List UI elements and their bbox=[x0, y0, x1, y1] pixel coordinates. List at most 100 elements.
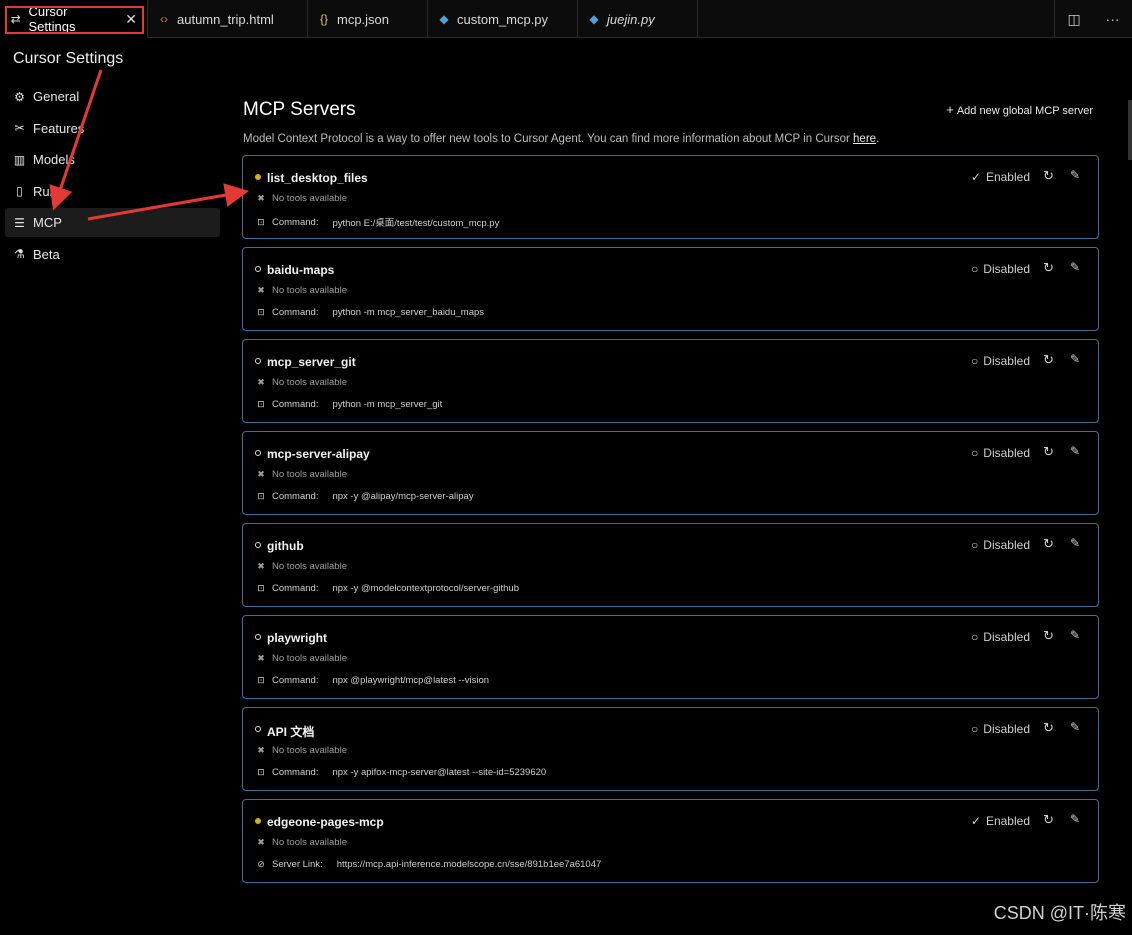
status-label: Enabled bbox=[985, 170, 1030, 184]
tools-text: No tools available bbox=[272, 469, 347, 480]
status-label: Disabled bbox=[983, 630, 1030, 644]
tab-1[interactable]: ‹› autumn_trip.html bbox=[148, 0, 308, 38]
command-label: Command: bbox=[272, 216, 319, 228]
status-dot bbox=[255, 174, 261, 180]
tools-row: ✖ No tools available bbox=[256, 285, 347, 296]
server-card: API 文档 ✖ No tools available ⊡ Command: npx -y… bbox=[242, 707, 1099, 791]
here-link[interactable]: here bbox=[853, 133, 876, 145]
sidebar-item-models[interactable]: ▥ Models bbox=[5, 145, 220, 174]
refresh-icon[interactable]: ↻ bbox=[1043, 720, 1054, 736]
refresh-icon[interactable]: ↻ bbox=[1043, 812, 1054, 828]
sidebar-item-beta[interactable]: ⚗ Beta bbox=[5, 240, 220, 269]
tools-text: No tools available bbox=[272, 193, 347, 204]
status-dot bbox=[255, 818, 261, 824]
sidebar-item-label: MCP bbox=[33, 215, 62, 230]
tools-text: No tools available bbox=[272, 377, 347, 388]
tab-actions: ◫ ··· bbox=[1054, 0, 1132, 38]
status-indicator[interactable]: ○ Disabled bbox=[971, 630, 1030, 644]
tools-row: ✖ No tools available bbox=[256, 193, 347, 204]
command-value: npx @playwright/mcp@latest --vision bbox=[332, 675, 490, 686]
refresh-icon[interactable]: ↻ bbox=[1043, 260, 1054, 276]
server-name: playwright bbox=[267, 631, 328, 645]
scrollbar[interactable] bbox=[1128, 100, 1132, 160]
edit-icon[interactable]: ✎ bbox=[1070, 628, 1080, 642]
terminal-icon: ⊡ bbox=[257, 307, 265, 317]
link-icon: ⊘ bbox=[257, 859, 265, 869]
status-dot bbox=[255, 726, 261, 732]
tools-icon: ✖ bbox=[257, 469, 265, 479]
tab-3[interactable]: ◆ custom_mcp.py bbox=[428, 0, 578, 38]
settings-sidebar: ⚙ General ✂ Features ▥ Models ▯ Rules ☰ MCP ⚗ Beta bbox=[5, 82, 220, 271]
command-row: ⊡ Command: python -m mcp_server_baidu_maps bbox=[256, 307, 484, 318]
tab-0[interactable]: ⇄ Cursor Settings ✕ bbox=[0, 0, 148, 38]
status-indicator[interactable]: ○ Disabled bbox=[971, 446, 1030, 460]
python-icon: ◆ bbox=[439, 12, 449, 26]
status-indicator[interactable]: ○ Disabled bbox=[971, 722, 1030, 736]
tab-label: custom_mcp.py bbox=[457, 11, 549, 27]
split-editor-icon[interactable]: ◫ bbox=[1067, 11, 1080, 28]
tab-2[interactable]: {} mcp.json bbox=[308, 0, 428, 38]
check-icon: ✓ bbox=[970, 814, 981, 828]
edit-icon[interactable]: ✎ bbox=[1070, 444, 1080, 458]
sidebar-item-label: Beta bbox=[33, 246, 60, 262]
json-braces-icon: {} bbox=[319, 12, 328, 26]
terminal-icon: ⊡ bbox=[257, 767, 265, 777]
status-dot bbox=[255, 450, 261, 456]
command-row: ⊡ Command: python -m mcp_server_git bbox=[256, 399, 442, 410]
edit-icon[interactable]: ✎ bbox=[1070, 260, 1080, 274]
settings-sliders-icon: ⇄ bbox=[10, 12, 21, 26]
bar-chart-icon: ▥ bbox=[13, 152, 26, 167]
server-card: baidu-maps ✖ No tools available ⊡ Command: py… bbox=[242, 247, 1099, 331]
status-indicator[interactable]: ✓ Enabled bbox=[971, 814, 1030, 828]
terminal-icon: ⊡ bbox=[257, 491, 265, 501]
tools-text: No tools available bbox=[272, 837, 347, 848]
command-value: python -m mcp_server_baidu_maps bbox=[332, 307, 485, 318]
command-label: Command: bbox=[272, 675, 319, 686]
settings-title: Cursor Settings bbox=[13, 50, 124, 67]
edit-icon[interactable]: ✎ bbox=[1070, 812, 1080, 826]
more-actions-icon[interactable]: ··· bbox=[1106, 11, 1120, 27]
refresh-icon[interactable]: ↻ bbox=[1043, 444, 1054, 460]
edit-icon[interactable]: ✎ bbox=[1070, 536, 1080, 550]
command-label: Command: bbox=[272, 399, 319, 410]
status-dot bbox=[255, 542, 261, 548]
tools-icon: ✖ bbox=[257, 285, 265, 295]
command-value: python E:/桌面/test/test/custom_mcp.py bbox=[332, 218, 500, 229]
status-indicator[interactable]: ○ Disabled bbox=[971, 538, 1030, 552]
refresh-icon[interactable]: ↻ bbox=[1043, 628, 1054, 644]
sidebar-item-general[interactable]: ⚙ General bbox=[5, 82, 220, 111]
edit-icon[interactable]: ✎ bbox=[1070, 168, 1080, 182]
tools-icon: ✖ bbox=[257, 561, 265, 571]
edit-icon[interactable]: ✎ bbox=[1070, 352, 1080, 366]
status-label: Disabled bbox=[983, 262, 1030, 276]
status-indicator[interactable]: ○ Disabled bbox=[971, 262, 1030, 276]
sidebar-item-label: Rules bbox=[33, 183, 67, 199]
status-indicator[interactable]: ○ Disabled bbox=[971, 354, 1030, 368]
refresh-icon[interactable]: ↻ bbox=[1043, 168, 1054, 184]
tools-icon: ✂ bbox=[14, 121, 25, 135]
close-icon[interactable]: ✕ bbox=[125, 11, 137, 28]
status-indicator[interactable]: ✓ Enabled bbox=[971, 170, 1030, 184]
tab-4[interactable]: ◆ juejin.py bbox=[578, 0, 698, 38]
command-row: ⊡ Command: npx -y apifox-mcp-server@latest… bbox=[256, 767, 546, 778]
server-card: playwright ✖ No tools available ⊡ Command: np… bbox=[242, 615, 1099, 699]
sidebar-item-rules[interactable]: ▯ Rules bbox=[5, 177, 220, 206]
sidebar-item-mcp[interactable]: ☰ MCP bbox=[5, 208, 220, 237]
add-global-mcp-server-button[interactable]: + Add new global MCP server bbox=[946, 102, 1093, 117]
tools-row: ✖ No tools available bbox=[256, 653, 347, 664]
command-value: https://mcp.api-inference.modelscope.cn/… bbox=[336, 859, 602, 870]
description-text: Model Context Protocol is a way to offer… bbox=[243, 133, 854, 145]
tools-row: ✖ No tools available bbox=[256, 837, 347, 848]
command-value: npx -y @modelcontextprotocol/server-gith… bbox=[332, 583, 520, 594]
refresh-icon[interactable]: ↻ bbox=[1043, 536, 1054, 552]
watermark: CSDN @IT·陈寒 bbox=[993, 903, 1126, 923]
edit-icon[interactable]: ✎ bbox=[1070, 720, 1080, 734]
tools-icon: ✖ bbox=[257, 745, 265, 755]
server-name: baidu-maps bbox=[267, 263, 335, 277]
status-label: Enabled bbox=[985, 814, 1030, 828]
circle-icon: ○ bbox=[971, 630, 979, 644]
terminal-icon: ⊡ bbox=[257, 675, 265, 685]
status-dot bbox=[255, 634, 261, 640]
refresh-icon[interactable]: ↻ bbox=[1043, 352, 1054, 368]
sidebar-item-features[interactable]: ✂ Features bbox=[5, 114, 220, 143]
